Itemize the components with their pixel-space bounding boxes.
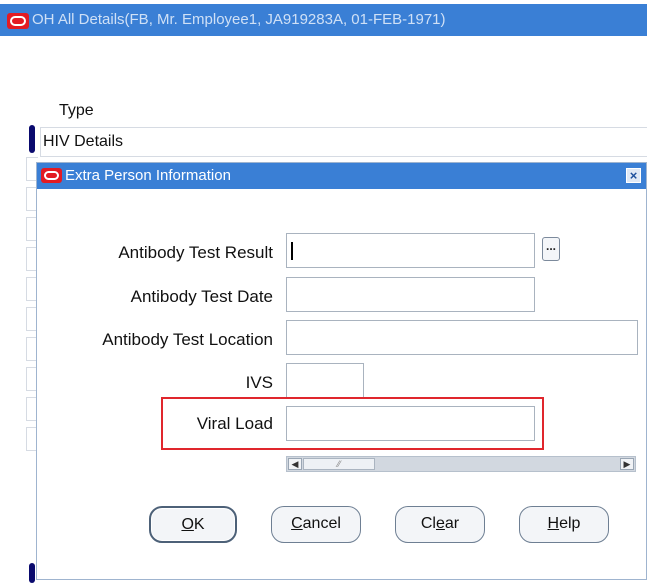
type-row-selected[interactable]: HIV Details — [40, 127, 647, 157]
outer-window-titlebar: OH All Details(FB, Mr. Employee1, JA9192… — [0, 4, 647, 36]
scrollbar-thumb[interactable]: ⁄⁄ — [303, 458, 375, 470]
help-label: elp — [559, 515, 581, 532]
viral-load-label: Viral Load — [196, 414, 273, 433]
clear-mnemonic: e — [435, 515, 445, 532]
ivs-field[interactable] — [286, 363, 364, 398]
ok-mnemonic: O — [181, 516, 194, 533]
extra-person-information-dialog: Extra Person Information × Antibody Test… — [36, 162, 647, 580]
antibody-test-result-label: Antibody Test Result — [118, 243, 273, 262]
clear-button[interactable]: Clear — [395, 506, 485, 543]
cancel-label: ancel — [302, 515, 341, 532]
outer-window-title: OH All Details(FB, Mr. Employee1, JA9192… — [32, 11, 446, 28]
ivs-label: IVS — [245, 373, 273, 392]
ok-button[interactable]: OK — [149, 506, 237, 543]
cancel-mnemonic: C — [291, 515, 303, 532]
record-indicator — [29, 563, 35, 583]
ok-label: K — [193, 516, 205, 533]
current-record-indicator — [29, 125, 35, 153]
type-column-header: Type — [59, 102, 94, 119]
type-row-value: HIV Details — [43, 133, 124, 150]
dialog-titlebar[interactable]: Extra Person Information × — [37, 163, 646, 189]
oracle-logo-icon — [7, 13, 29, 29]
viral-load-field[interactable] — [286, 406, 535, 441]
clear-label: ar — [444, 515, 460, 532]
arrow-right-icon[interactable]: ▶ — [620, 458, 634, 470]
ellipsis-icon[interactable]: ... — [542, 237, 560, 261]
horizontal-scrollbar[interactable]: ◀ ⁄⁄ ▶ — [286, 456, 636, 472]
close-icon[interactable]: × — [626, 168, 641, 183]
antibody-test-location-field[interactable] — [286, 320, 638, 355]
help-mnemonic: H — [547, 515, 560, 532]
arrow-left-icon[interactable]: ◀ — [288, 458, 302, 470]
antibody-test-result-field[interactable] — [286, 233, 535, 268]
antibody-test-date-label: Antibody Test Date — [130, 287, 273, 306]
oracle-logo-icon — [41, 168, 62, 183]
dialog-title: Extra Person Information — [65, 167, 231, 184]
help-button[interactable]: Help — [519, 506, 609, 543]
antibody-test-date-field[interactable] — [286, 277, 535, 312]
cancel-button[interactable]: Cancel — [271, 506, 361, 543]
antibody-test-location-label: Antibody Test Location — [102, 330, 273, 349]
clear-label-pre: Cl — [420, 515, 436, 532]
text-cursor — [291, 242, 293, 260]
